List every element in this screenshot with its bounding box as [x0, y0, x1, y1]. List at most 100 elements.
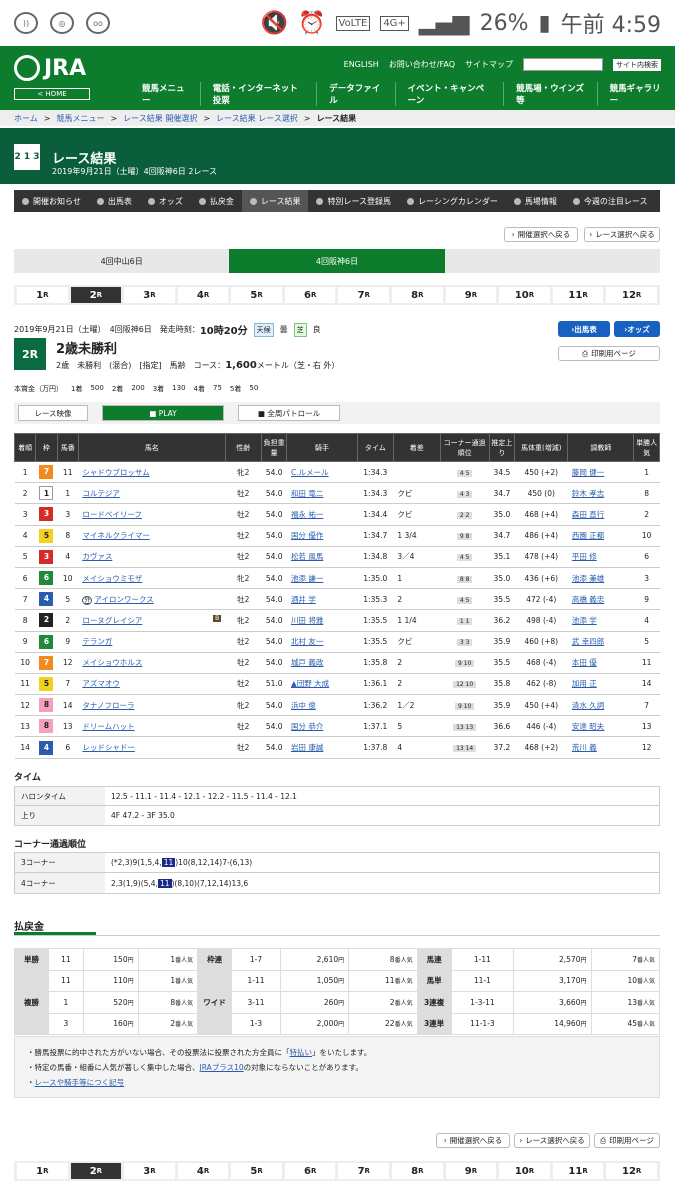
nav-voting[interactable]: 電話・インターネット投票 — [199, 82, 317, 106]
race-tab-11[interactable]: 11 R — [552, 1163, 604, 1179]
subnav-item[interactable]: 今週の注目レース — [565, 190, 656, 212]
subnav-item[interactable]: 開催お知らせ — [14, 190, 89, 212]
race-tab-9[interactable]: 9R — [445, 287, 497, 303]
tab-meet-hanshin[interactable]: 4回阪神6日 — [229, 249, 445, 273]
home-button[interactable]: < HOME — [14, 88, 90, 100]
trainer-link[interactable]: 清水 久詞 — [567, 694, 634, 717]
race-tab-7[interactable]: 7R — [338, 1163, 390, 1179]
breadcrumb-meet-select[interactable]: レース結果 開催選択 — [123, 113, 197, 124]
symbols-link[interactable]: レースや騎手等につく記号 — [35, 1078, 125, 1087]
jockey-link[interactable]: ▲団野 大成 — [286, 673, 358, 696]
tab-meet-nakayama[interactable]: 4回中山6日 — [14, 249, 229, 273]
race-video-button[interactable]: レース映像 — [18, 405, 88, 421]
subnav-item[interactable]: 馬場情報 — [506, 190, 565, 212]
race-tab-10[interactable]: 10 R — [499, 1163, 550, 1179]
race-tab-3[interactable]: 3R — [124, 287, 175, 303]
link-faq[interactable]: お問い合わせ/FAQ — [389, 59, 455, 70]
horse-name-link[interactable]: シャドウブロッサム — [78, 461, 226, 484]
jockey-link[interactable]: 和田 竜二 — [286, 482, 358, 505]
link-english[interactable]: ENGLISH — [344, 60, 379, 69]
race-tab-11[interactable]: 11 R — [552, 287, 604, 303]
trainer-link[interactable]: 森田 直行 — [567, 503, 634, 526]
jockey-link[interactable]: 池添 謙一 — [286, 567, 358, 590]
horse-name-link[interactable]: メイショウミモザ — [78, 567, 226, 590]
jockey-link[interactable]: 国分 恭介 — [286, 715, 358, 738]
subnav-item[interactable]: 出馬表 — [89, 190, 140, 212]
race-tab-6[interactable]: 6R — [284, 1163, 336, 1179]
trainer-link[interactable]: 荒川 義 — [567, 736, 634, 759]
horse-name-link[interactable]: レッドシャドー — [78, 736, 226, 759]
race-tab-4[interactable]: 4R — [177, 287, 229, 303]
jockey-link[interactable]: 松若 風馬 — [286, 546, 358, 568]
race-tab-4[interactable]: 4R — [177, 1163, 229, 1179]
race-tab-10[interactable]: 10 R — [499, 287, 550, 303]
site-search-input[interactable] — [523, 58, 603, 71]
horse-name-link[interactable]: アズマオウ — [78, 673, 226, 696]
nav-datafile[interactable]: データファイル — [316, 82, 394, 106]
trainer-link[interactable]: 加用 正 — [567, 673, 634, 696]
jockey-link[interactable]: 酒井 学 — [286, 588, 358, 611]
race-back-button-bottom[interactable]: › レース選択へ戻る — [514, 1133, 590, 1148]
jockey-link[interactable]: C.ルメール — [286, 461, 358, 484]
horse-name-link[interactable]: タナノフローラ — [78, 694, 226, 717]
race-tab-8[interactable]: 8R — [392, 287, 443, 303]
trainer-link[interactable]: 西園 正都 — [567, 525, 634, 547]
subnav-item[interactable]: オッズ — [140, 190, 191, 212]
patrol-button[interactable]: ■ 全周パトロール — [238, 405, 340, 421]
race-tab-2[interactable]: 2R — [70, 287, 122, 303]
race-tab-8[interactable]: 8R — [392, 1163, 443, 1179]
jockey-link[interactable]: 城戸 義政 — [286, 652, 358, 674]
race-tab-3[interactable]: 3R — [124, 1163, 175, 1179]
race-tab-1[interactable]: 1R — [17, 287, 68, 303]
trainer-link[interactable]: 本田 優 — [567, 652, 634, 674]
breadcrumb-race-select[interactable]: レース結果 レース選択 — [216, 113, 298, 124]
subnav-item[interactable]: レーシングカレンダー — [399, 190, 506, 212]
race-tab-6[interactable]: 6R — [284, 287, 336, 303]
trainer-link[interactable]: 平田 修 — [567, 546, 634, 568]
jockey-link[interactable]: 北村 友一 — [286, 631, 358, 653]
horse-name-link[interactable]: 外アイロンワークス — [78, 588, 226, 611]
tokubarai-link[interactable]: 特払い — [290, 1048, 313, 1057]
race-tab-12[interactable]: 12 R — [606, 1163, 657, 1179]
trainer-link[interactable]: 高橋 義忠 — [567, 588, 634, 611]
jockey-link[interactable]: 福永 祐一 — [286, 503, 358, 526]
jockey-link[interactable]: 浜中 俊 — [286, 694, 358, 717]
subnav-item[interactable]: 払戻金 — [191, 190, 242, 212]
race-tab-9[interactable]: 9R — [445, 1163, 497, 1179]
subnav-item[interactable]: 特別レース登録馬 — [308, 190, 399, 212]
race-tab-7[interactable]: 7R — [338, 287, 390, 303]
jra-logo[interactable]: JRA — [14, 54, 94, 82]
trainer-link[interactable]: 池添 学 — [567, 609, 634, 632]
trainer-link[interactable]: 鈴木 孝志 — [567, 482, 634, 505]
breadcrumb-home[interactable]: ホーム — [14, 113, 38, 124]
entry-button[interactable]: › 出馬表 — [558, 321, 610, 337]
breadcrumb-menu[interactable]: 競馬メニュー — [56, 113, 104, 124]
trainer-link[interactable]: 藤岡 健一 — [567, 461, 634, 484]
race-tab-5[interactable]: 5R — [231, 287, 282, 303]
horse-name-link[interactable]: テランガ — [78, 631, 226, 653]
nav-gallery[interactable]: 競馬ギャラリー — [596, 82, 675, 106]
trainer-link[interactable]: 安達 昭夫 — [567, 715, 634, 738]
nav-events[interactable]: イベント・キャンペーン — [394, 82, 503, 106]
horse-name-link[interactable]: メイショウホルス — [78, 652, 226, 674]
jockey-link[interactable]: 岩田 康誠 — [286, 736, 358, 759]
subnav-item[interactable]: レース結果 — [241, 190, 309, 212]
horse-name-link[interactable]: ローヌグレイシア B — [78, 609, 226, 632]
play-button[interactable]: ■ PLAY — [102, 405, 224, 421]
horse-name-link[interactable]: ロードベイリーフ — [78, 503, 226, 526]
horse-name-link[interactable]: マイネルクライマー — [78, 525, 226, 547]
meet-back-button-bottom[interactable]: › 開催選択へ戻る — [436, 1133, 510, 1148]
jockey-link[interactable]: 国分 優作 — [286, 525, 358, 547]
race-tab-2[interactable]: 2R — [70, 1163, 122, 1179]
race-tab-12[interactable]: 12 R — [606, 287, 657, 303]
site-search-button[interactable]: サイト内検索 — [613, 58, 661, 71]
jockey-link[interactable]: 川田 将雅 — [286, 609, 358, 632]
horse-name-link[interactable]: ドリームハット — [78, 715, 226, 738]
print-button-bottom[interactable]: ⎙ 印刷用ページ — [594, 1133, 660, 1148]
race-tab-5[interactable]: 5R — [231, 1163, 282, 1179]
trainer-link[interactable]: 武 幸四郎 — [567, 631, 634, 653]
meet-back-button[interactable]: › 開催選択へ戻る — [504, 227, 578, 242]
race-tab-1[interactable]: 1R — [17, 1163, 68, 1179]
nav-racecourses[interactable]: 競馬場・ウインズ等 — [503, 82, 596, 106]
horse-name-link[interactable]: カヴァス — [78, 546, 226, 568]
